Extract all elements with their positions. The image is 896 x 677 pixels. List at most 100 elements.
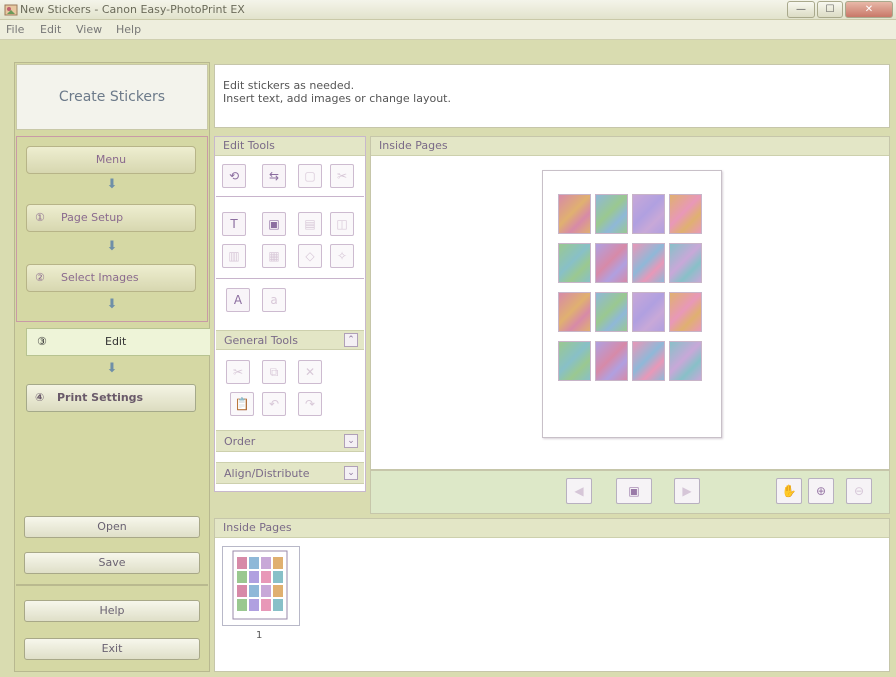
zoom-in-icon[interactable]: ⊕ <box>808 478 834 504</box>
page-view-icon[interactable]: ▣ <box>616 478 652 504</box>
open-button[interactable]: Open <box>24 516 200 538</box>
text-style-icon[interactable]: a <box>262 288 286 312</box>
zoom-out-icon[interactable]: ⊖ <box>846 478 872 504</box>
thumbnail-sticker <box>249 585 259 597</box>
sticker-cell[interactable] <box>632 194 665 234</box>
date-icon[interactable]: ▦ <box>262 244 286 268</box>
arrow-down-icon: ⬇ <box>106 177 118 192</box>
layout-icon[interactable]: ▤ <box>298 212 322 236</box>
thumbnail-sticker <box>273 599 283 611</box>
background-icon[interactable]: ▥ <box>222 244 246 268</box>
sticker-cell[interactable] <box>632 341 665 381</box>
redo-icon[interactable]: ↷ <box>298 392 322 416</box>
frame-icon[interactable]: ◫ <box>330 212 354 236</box>
sticker-cell[interactable] <box>632 292 665 332</box>
sticker-cell[interactable] <box>558 341 591 381</box>
exit-button[interactable]: Exit <box>24 638 200 660</box>
align-distribute-header[interactable]: Align/Distribute <box>216 462 364 484</box>
sticker-cell[interactable] <box>669 292 702 332</box>
sticker-cell[interactable] <box>595 243 628 283</box>
copy-icon[interactable]: ⧉ <box>262 360 286 384</box>
prev-page-icon[interactable]: ◀ <box>566 478 592 504</box>
instruction-panel: Edit stickers as needed. Insert text, ad… <box>214 64 890 128</box>
page-setup-button[interactable]: ① Page Setup <box>26 204 196 232</box>
arrow-down-icon: ⬇ <box>106 239 118 254</box>
page-thumbnail[interactable] <box>222 546 300 626</box>
print-settings-button[interactable]: ④ Print Settings <box>26 384 196 412</box>
paste-icon[interactable]: 📋 <box>230 392 254 416</box>
thumbnail-sticker <box>249 557 259 569</box>
select-images-button[interactable]: ② Select Images <box>26 264 196 292</box>
step-number: ④ <box>35 391 45 404</box>
sticker-cell[interactable] <box>632 243 665 283</box>
cut-icon[interactable]: ✂ <box>226 360 250 384</box>
shape-icon[interactable]: ◇ <box>298 244 322 268</box>
add-text-icon[interactable]: T <box>222 212 246 236</box>
instruction-line-1: Edit stickers as needed. <box>223 79 355 92</box>
menu-edit[interactable]: Edit <box>40 23 61 36</box>
thumbnail-sticker <box>261 557 271 569</box>
thumbnail-sticker <box>273 585 283 597</box>
sticker-cell[interactable] <box>669 341 702 381</box>
text-box-icon[interactable]: A <box>226 288 250 312</box>
app-icon <box>4 3 18 17</box>
select-images-label: Select Images <box>61 271 139 284</box>
sticker-cell[interactable] <box>669 194 702 234</box>
sticker-cell[interactable] <box>558 292 591 332</box>
order-header[interactable]: Order <box>216 430 364 452</box>
page-setup-label: Page Setup <box>61 211 124 224</box>
close-button[interactable]: ✕ <box>845 1 893 18</box>
maximize-button[interactable]: ☐ <box>817 1 843 18</box>
thumbnail-sticker <box>273 571 283 583</box>
menu-button[interactable]: Menu <box>26 146 196 174</box>
divider <box>16 584 208 586</box>
sticker-cell[interactable] <box>595 194 628 234</box>
edit-tools-header: Edit Tools <box>215 137 365 156</box>
menu-view[interactable]: View <box>76 23 102 36</box>
chevron-down-icon[interactable]: ⌄ <box>344 434 358 448</box>
save-button[interactable]: Save <box>24 552 200 574</box>
add-image-icon[interactable]: ▣ <box>262 212 286 236</box>
create-stickers-header: Create Stickers <box>16 64 208 130</box>
thumbnail-sticker <box>237 585 247 597</box>
hand-tool-icon[interactable]: ✋ <box>776 478 802 504</box>
crop-icon[interactable]: ▢ <box>298 164 322 188</box>
thumbnail-sticker <box>237 571 247 583</box>
step-number: ① <box>35 211 45 224</box>
chevron-down-icon[interactable]: ⌄ <box>344 466 358 480</box>
page-title: Create Stickers <box>58 89 166 105</box>
trim-icon[interactable]: ✂ <box>330 164 354 188</box>
thumbnail-sticker <box>237 557 247 569</box>
help-button[interactable]: Help <box>24 600 200 622</box>
delete-icon[interactable]: ✕ <box>298 360 322 384</box>
separator <box>216 196 364 197</box>
next-page-icon[interactable]: ▶ <box>674 478 700 504</box>
thumbnail-area: Inside Pages <box>214 518 890 672</box>
flip-icon[interactable]: ⇆ <box>262 164 286 188</box>
minimize-button[interactable]: — <box>787 1 815 18</box>
rotate-icon[interactable]: ⟲ <box>222 164 246 188</box>
thumbnail-sticker <box>261 571 271 583</box>
edit-step-label: Edit <box>105 335 127 348</box>
sticker-cell[interactable] <box>558 243 591 283</box>
thumbnail-sticker <box>249 599 259 611</box>
menu-help[interactable]: Help <box>116 23 141 36</box>
undo-icon[interactable]: ↶ <box>262 392 286 416</box>
arrow-down-icon: ⬇ <box>106 361 118 376</box>
thumbnail-page-number: 1 <box>256 630 263 641</box>
thumbnail-image <box>232 550 288 620</box>
sticker-cell[interactable] <box>558 194 591 234</box>
thumbnail-sticker <box>237 599 247 611</box>
thumbnail-sticker <box>261 585 271 597</box>
thumbnail-header: Inside Pages <box>215 519 889 538</box>
edit-step-active[interactable]: ③ Edit <box>26 328 210 356</box>
sticker-cell[interactable] <box>595 341 628 381</box>
sticker-cell[interactable] <box>595 292 628 332</box>
chevron-up-icon[interactable]: ⌃ <box>344 333 358 347</box>
separator <box>216 278 364 279</box>
thumbnail-sticker <box>249 571 259 583</box>
menu-file[interactable]: File <box>6 23 24 36</box>
effect-icon[interactable]: ✧ <box>330 244 354 268</box>
sticker-cell[interactable] <box>669 243 702 283</box>
instruction-line-2: Insert text, add images or change layout… <box>223 92 451 105</box>
